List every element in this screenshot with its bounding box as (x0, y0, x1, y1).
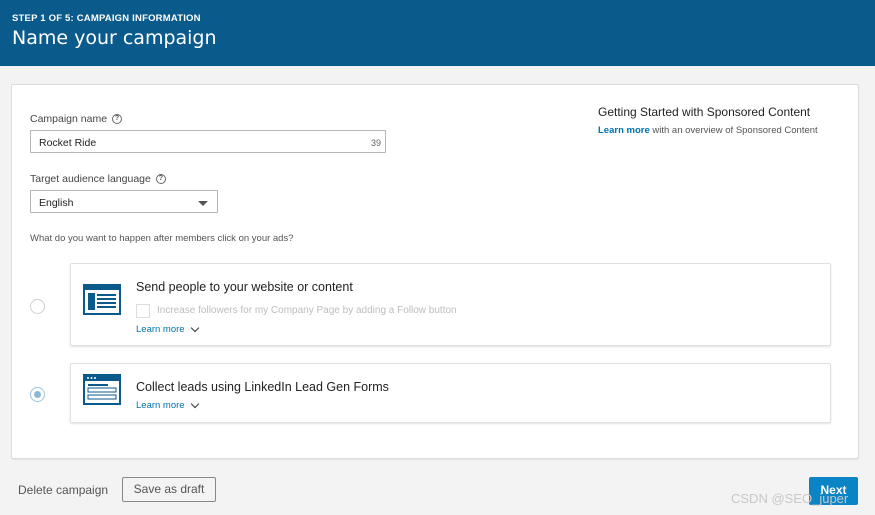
option-lead-gen-card[interactable]: Collect leads using LinkedIn Lead Gen Fo… (70, 363, 831, 423)
follow-button-checkbox[interactable] (136, 304, 150, 318)
campaign-name-input[interactable]: Rocket Ride 39 (30, 130, 386, 153)
chevron-down-icon (190, 399, 199, 408)
language-value: English (39, 197, 74, 209)
page-title: Name your campaign (12, 27, 217, 49)
delete-campaign-button[interactable]: Delete campaign (18, 483, 108, 497)
option-website-title: Send people to your website or content (136, 280, 353, 294)
page-header: STEP 1 OF 5: CAMPAIGN INFORMATION Name y… (0, 0, 875, 66)
campaign-name-value: Rocket Ride (39, 137, 97, 149)
campaign-name-label-text: Campaign name (30, 113, 108, 125)
getting-started-title: Getting Started with Sponsored Content (598, 105, 811, 119)
character-count: 39 (370, 138, 381, 148)
save-as-draft-button[interactable]: Save as draft (122, 477, 216, 502)
objective-question: What do you want to happen after members… (30, 233, 294, 244)
radio-lead-gen-option[interactable] (30, 387, 45, 402)
campaign-name-label: Campaign name ? (30, 113, 123, 125)
chevron-down-icon (190, 323, 199, 332)
dropdown-caret-icon (198, 201, 208, 206)
help-icon[interactable]: ? (112, 114, 123, 124)
learn-more-link[interactable]: Learn more (136, 323, 199, 335)
language-select[interactable]: English (30, 190, 218, 213)
watermark: CSDN @SEO_juper (731, 491, 849, 506)
follow-button-checkbox-label: Increase followers for my Company Page b… (157, 305, 457, 316)
lead-gen-form-icon (83, 374, 121, 405)
option-lead-gen-title: Collect leads using LinkedIn Lead Gen Fo… (136, 380, 389, 394)
learn-more-link[interactable]: Learn more (136, 399, 199, 411)
getting-started-description: Learn more with an overview of Sponsored… (598, 125, 818, 136)
learn-more-text: Learn more (136, 400, 185, 411)
radio-website-option[interactable] (30, 299, 45, 314)
step-indicator: STEP 1 OF 5: CAMPAIGN INFORMATION (12, 13, 201, 24)
language-label: Target audience language ? (30, 173, 166, 185)
getting-started-desc-text: with an overview of Sponsored Content (649, 125, 818, 136)
option-website-card[interactable]: Send people to your website or content I… (70, 263, 831, 346)
language-label-text: Target audience language (30, 173, 151, 185)
help-icon[interactable]: ? (155, 174, 166, 184)
learn-more-text: Learn more (136, 324, 185, 335)
learn-more-overview-link[interactable]: Learn more (598, 125, 650, 136)
website-content-icon (83, 284, 121, 315)
